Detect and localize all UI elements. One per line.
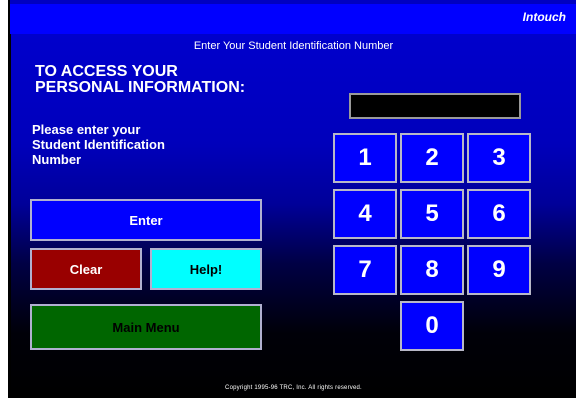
keypad-key-5[interactable]: 5 bbox=[400, 189, 464, 239]
keypad-key-6[interactable]: 6 bbox=[467, 189, 531, 239]
page-title: Enter Your Student Identification Number bbox=[193, 40, 394, 52]
brand-logo: Intouch bbox=[522, 10, 566, 24]
access-heading: TO ACCESS YOUR PERSONAL INFORMATION: bbox=[35, 63, 246, 96]
keypad-key-4[interactable]: 4 bbox=[333, 189, 397, 239]
enter-button[interactable]: Enter bbox=[30, 199, 262, 241]
student-id-field[interactable] bbox=[349, 93, 521, 119]
keypad-key-2[interactable]: 2 bbox=[400, 133, 464, 183]
keypad-key-0[interactable]: 0 bbox=[400, 301, 464, 351]
keypad-key-3[interactable]: 3 bbox=[467, 133, 531, 183]
keypad-key-7[interactable]: 7 bbox=[333, 245, 397, 295]
keypad-key-8[interactable]: 8 bbox=[400, 245, 464, 295]
keypad-key-1[interactable]: 1 bbox=[333, 133, 397, 183]
title-bar: Intouch bbox=[10, 0, 576, 34]
help-button[interactable]: Help! bbox=[150, 248, 262, 290]
kiosk-screen: Enter Your Student Identification Number… bbox=[11, 34, 576, 398]
kiosk-frame: Intouch Enter Your Student Identificatio… bbox=[0, 0, 583, 398]
clear-button[interactable]: Clear bbox=[30, 248, 142, 290]
copyright-footer: Copyright 1995-96 TRC, Inc. All rights r… bbox=[225, 385, 362, 391]
keypad-key-9[interactable]: 9 bbox=[467, 245, 531, 295]
main-menu-button[interactable]: Main Menu bbox=[30, 304, 262, 350]
instruction-text: Please enter your Student Identification… bbox=[32, 122, 165, 167]
